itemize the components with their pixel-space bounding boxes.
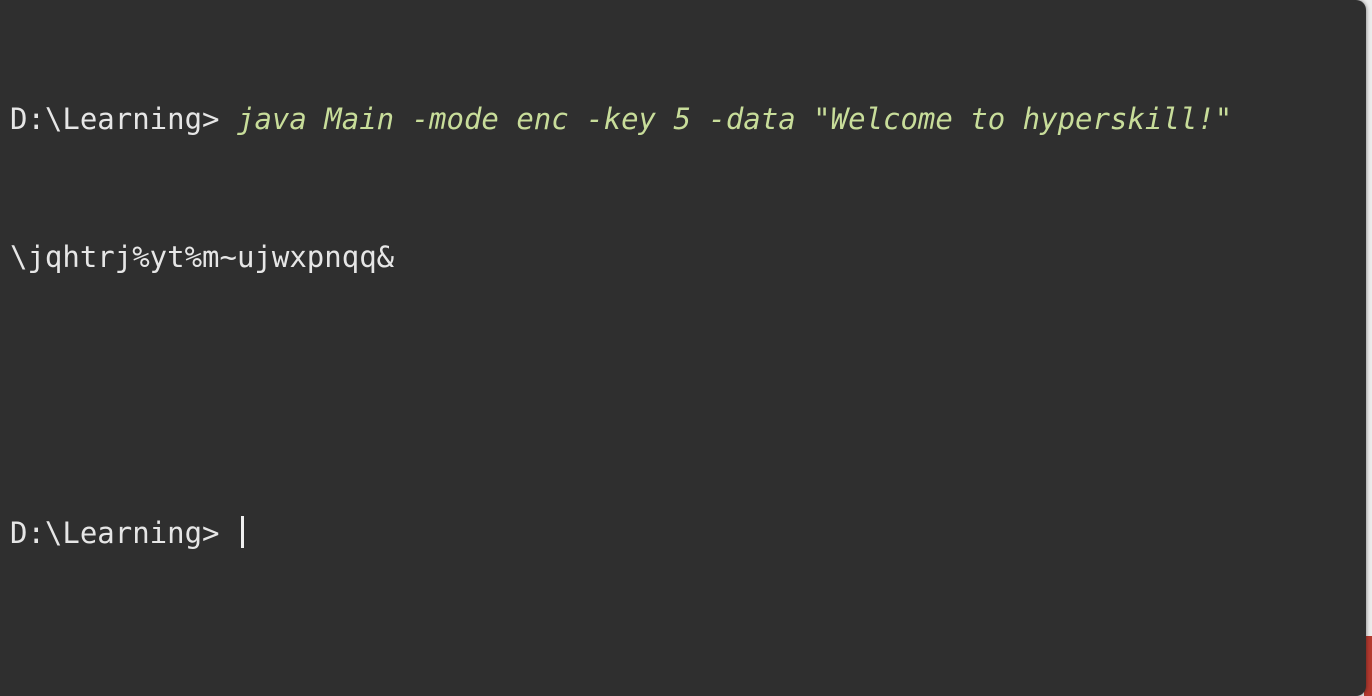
terminal-window[interactable]: D:\Learning> java Main -mode enc -key 5 …: [0, 0, 1366, 696]
terminal-prompt: D:\Learning>: [10, 102, 220, 136]
terminal-command: java Main -mode enc -key 5 -data "Welcom…: [236, 102, 1233, 136]
terminal-output-line: \jqhtrj%yt%m~ujwxpnqq&: [10, 234, 1356, 280]
terminal-prompt: D:\Learning>: [10, 516, 220, 550]
terminal-command-line: D:\Learning> java Main -mode enc -key 5 …: [10, 96, 1356, 142]
terminal-output-text: \jqhtrj%yt%m~ujwxpnqq&: [10, 240, 395, 274]
terminal-current-prompt-line[interactable]: D:\Learning>: [10, 510, 1356, 556]
terminal-cursor: [240, 516, 244, 548]
terminal-output-area[interactable]: D:\Learning> java Main -mode enc -key 5 …: [10, 4, 1356, 696]
